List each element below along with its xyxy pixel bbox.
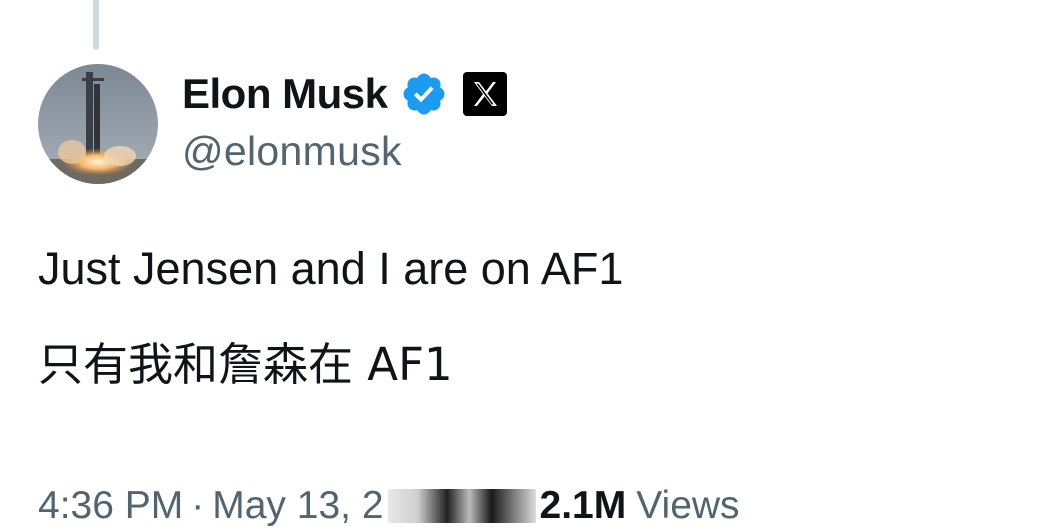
- x-logo-icon[interactable]: [462, 71, 508, 117]
- avatar[interactable]: [38, 64, 158, 184]
- meta-separator: ·: [191, 484, 205, 527]
- tweet-time[interactable]: 4:36 PM: [38, 484, 183, 528]
- tweet-text-line-2: 只有我和詹森在 AF1: [38, 338, 453, 391]
- views-label[interactable]: Views: [636, 484, 739, 528]
- tweet-date[interactable]: May 13, 2: [212, 484, 383, 528]
- avatar-image: [38, 64, 158, 184]
- author-name-row: Elon Musk: [182, 66, 508, 122]
- author-display-name[interactable]: Elon Musk: [182, 70, 388, 118]
- redaction-block: [387, 489, 536, 523]
- author-handle[interactable]: @elonmusk: [182, 128, 402, 175]
- thread-connector-line: [93, 0, 99, 50]
- tweet-meta: 4:36 PM · May 13, 2 2.1M Views: [38, 484, 740, 528]
- verified-badge-icon[interactable]: [400, 70, 448, 118]
- tweet-text-line-1: Just Jensen and I are on AF1: [38, 243, 624, 294]
- views-count[interactable]: 2.1M: [540, 484, 627, 528]
